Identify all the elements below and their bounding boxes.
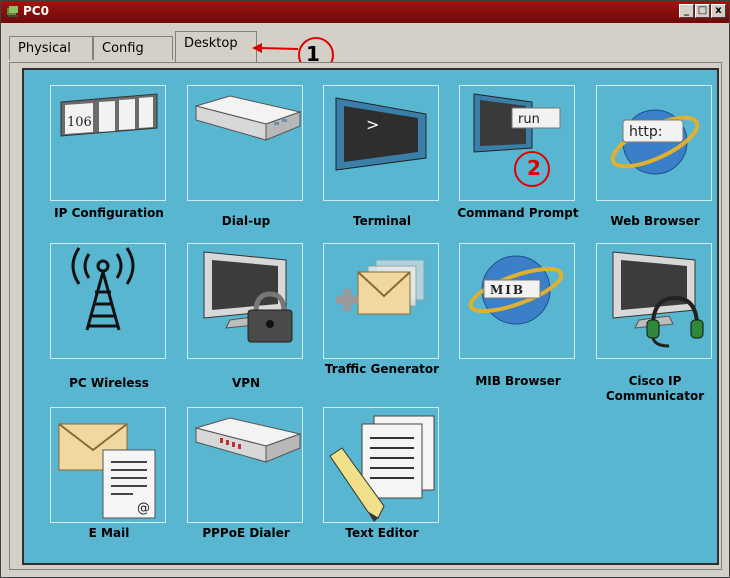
terminal-prompt: > bbox=[366, 115, 379, 134]
app-label: MIB Browser bbox=[475, 374, 561, 388]
window-title: PC0 bbox=[23, 4, 49, 18]
app-label: VPN bbox=[231, 376, 261, 390]
pppoe-dialer-icon bbox=[194, 417, 302, 463]
ip-badge-text: 106 bbox=[67, 115, 92, 130]
close-button[interactable]: x bbox=[711, 4, 726, 18]
modem-icon bbox=[194, 95, 302, 141]
vpn-lock-icon bbox=[203, 251, 293, 343]
wireless-antenna-icon bbox=[71, 247, 135, 331]
title-bar[interactable]: PC0 _ □ x bbox=[1, 1, 729, 23]
pc0-window: PC0 _ □ x Physical Config Desktop 1 106 … bbox=[0, 0, 730, 578]
tab-physical[interactable]: Physical bbox=[9, 36, 93, 60]
app-label: IP Configuration bbox=[54, 206, 164, 220]
email-icon: @ bbox=[58, 423, 156, 519]
maximize-button[interactable]: □ bbox=[695, 4, 710, 18]
app-label: Command Prompt bbox=[457, 206, 579, 220]
at-symbol: @ bbox=[137, 501, 150, 516]
app-label: Traffic Generator bbox=[324, 362, 440, 376]
web-browser-icon: http: bbox=[610, 109, 700, 175]
pc-icon bbox=[7, 6, 18, 17]
app-label: E Mail bbox=[88, 526, 130, 540]
run-badge-text: run bbox=[518, 112, 540, 127]
app-label: PPPoE Dialer bbox=[202, 526, 290, 540]
mib-browser-icon: MIB bbox=[468, 255, 564, 325]
minimize-button[interactable]: _ bbox=[679, 4, 694, 18]
annotation-number-2: 2 bbox=[527, 156, 541, 180]
app-label: Cisco IP Communicator bbox=[605, 374, 705, 403]
app-label: PC Wireless bbox=[69, 376, 149, 390]
terminal-icon: > bbox=[335, 97, 427, 171]
app-label: Terminal bbox=[352, 214, 412, 228]
app-label: Web Browser bbox=[610, 214, 700, 228]
text-editor-icon bbox=[329, 415, 435, 522]
app-label: Text Editor bbox=[345, 526, 419, 540]
ip-communicator-icon bbox=[612, 251, 704, 348]
mib-badge-text: MIB bbox=[490, 283, 525, 297]
tab-desktop[interactable]: Desktop bbox=[175, 31, 257, 62]
traffic-generator-icon bbox=[336, 259, 425, 315]
ip-config-icon: 106 bbox=[60, 93, 158, 137]
app-label: Dial-up bbox=[221, 214, 271, 228]
http-badge-text: http: bbox=[629, 124, 662, 140]
tab-config[interactable]: Config bbox=[93, 36, 173, 60]
